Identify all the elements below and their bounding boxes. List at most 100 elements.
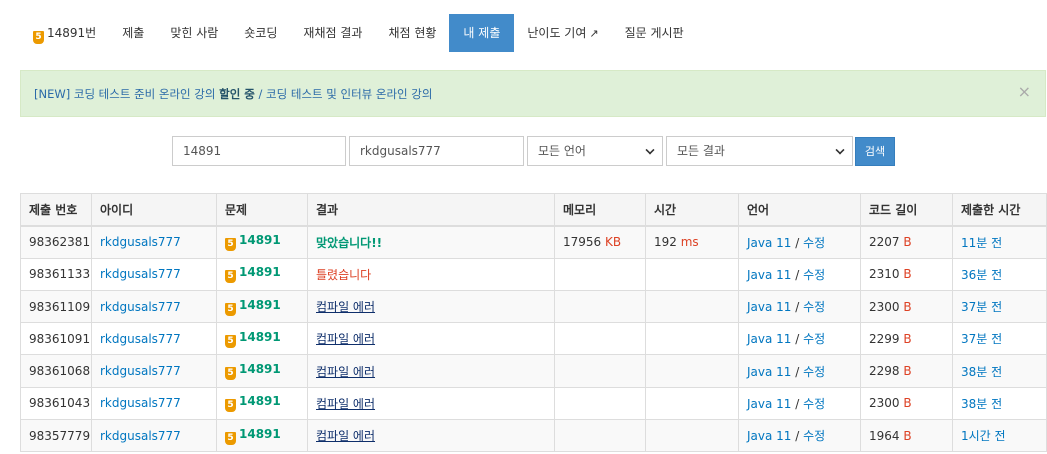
col-result: 결과 <box>307 192 555 227</box>
user-id-link[interactable]: rkdgusals777 <box>100 300 181 314</box>
result-text[interactable]: 컴파일 에러 <box>316 397 375 411</box>
result-text[interactable]: 컴파일 에러 <box>316 429 375 443</box>
language-cell: Java 11 / 수정 <box>738 257 861 291</box>
problem-link[interactable]: 14891 <box>239 427 281 441</box>
edit-link[interactable]: 수정 <box>803 397 825 411</box>
tab-question-board[interactable]: 질문 게시판 <box>612 14 697 52</box>
language-link[interactable]: Java 11 <box>747 397 791 411</box>
submitted-at-link[interactable]: 37분 전 <box>961 300 1002 314</box>
code-length-cell: 2299 B <box>860 322 953 356</box>
separator: / <box>791 300 804 315</box>
tier-badge-icon: 5 <box>225 302 236 316</box>
result-cell: 컴파일 에러 <box>307 419 555 453</box>
code-length-value: 1964 <box>869 428 900 443</box>
memory-cell <box>554 289 646 324</box>
submission-id: 98361043 <box>20 386 92 421</box>
table-row: 98357779 rkdgusals777 5 14891 컴파일 에러 Java 11… <box>20 419 1047 453</box>
result-text[interactable]: 컴파일 에러 <box>316 300 375 314</box>
edit-link[interactable]: 수정 <box>803 300 825 314</box>
tier-badge-icon: 5 <box>33 31 44 44</box>
result-text[interactable]: 컴파일 에러 <box>316 365 375 379</box>
problem-link[interactable]: 14891 <box>239 233 281 247</box>
tab-short-coding[interactable]: 숏코딩 <box>231 14 290 52</box>
edit-link[interactable]: 수정 <box>803 365 825 379</box>
user-id-link[interactable]: rkdgusals777 <box>100 235 181 249</box>
problem-cell: 5 14891 <box>216 386 308 421</box>
alert-message[interactable]: [NEW] 코딩 테스트 준비 온라인 강의 할인 중 / 코딩 테스트 및 인… <box>34 71 432 118</box>
edit-link[interactable]: 수정 <box>803 429 825 443</box>
tab-my-submissions[interactable]: 내 제출 <box>449 14 515 52</box>
tab-submit[interactable]: 제출 <box>109 14 157 52</box>
language-link[interactable]: Java 11 <box>747 300 791 314</box>
code-length-cell: 2298 B <box>860 354 953 388</box>
language-select[interactable]: 모든 언어 <box>527 136 663 166</box>
submitted-at-link[interactable]: 36분 전 <box>961 268 1002 282</box>
result-text: 맞았습니다!! <box>316 235 383 250</box>
col-language: 언어 <box>738 192 861 227</box>
problem-link[interactable]: 14891 <box>239 330 281 344</box>
problem-link[interactable]: 14891 <box>239 362 281 376</box>
edit-link[interactable]: 수정 <box>803 236 825 250</box>
edit-link[interactable]: 수정 <box>803 268 825 282</box>
language-cell: Java 11 / 수정 <box>738 289 861 324</box>
chevron-down-icon <box>645 145 655 155</box>
user-id-link[interactable]: rkdgusals777 <box>100 396 181 410</box>
table-row: 98362381 rkdgusals777 5 14891 맞았습니다!! 17956 K… <box>20 225 1047 259</box>
language-link[interactable]: Java 11 <box>747 268 791 282</box>
submitted-at-link[interactable]: 11분 전 <box>961 236 1002 250</box>
time-cell <box>645 419 739 453</box>
problem-cell: 5 14891 <box>216 257 308 291</box>
user-id-input[interactable]: rkdgusals777 <box>349 136 524 166</box>
memory-cell <box>554 354 646 388</box>
result-cell: 컴파일 에러 <box>307 289 555 324</box>
submitted-at-link[interactable]: 1시간 전 <box>961 429 1006 443</box>
chevron-down-icon <box>835 145 845 155</box>
result-cell: 컴파일 에러 <box>307 386 555 421</box>
user-id-link[interactable]: rkdgusals777 <box>100 267 181 281</box>
close-icon[interactable]: × <box>1018 82 1031 101</box>
submitted-at-link[interactable]: 37분 전 <box>961 332 1002 346</box>
code-length-value: 2299 <box>869 331 900 346</box>
tab-rejudge-results[interactable]: 재채점 결과 <box>290 14 375 52</box>
code-length-cell: 2310 B <box>860 257 953 291</box>
language-link[interactable]: Java 11 <box>747 332 791 346</box>
col-memory: 메모리 <box>554 192 646 227</box>
user-id-cell: rkdgusals777 <box>91 257 217 291</box>
problem-link[interactable]: 14891 <box>239 298 281 312</box>
code-length-value: 2207 <box>869 235 900 250</box>
tab-problem[interactable]: 5 14891번 <box>20 14 109 52</box>
language-link[interactable]: Java 11 <box>747 365 791 379</box>
submission-id: 98361068 <box>20 354 92 388</box>
submitted-at-cell: 1시간 전 <box>952 419 1047 453</box>
submitted-at-link[interactable]: 38분 전 <box>961 365 1002 379</box>
code-length-value: 2300 <box>869 299 900 314</box>
time-value: 192 <box>654 235 677 250</box>
code-length-unit: B <box>903 299 912 314</box>
user-id-link[interactable]: rkdgusals777 <box>100 429 181 443</box>
user-id-link[interactable]: rkdgusals777 <box>100 332 181 346</box>
language-link[interactable]: Java 11 <box>747 236 791 250</box>
result-select[interactable]: 모든 결과 <box>666 136 853 166</box>
user-id-cell: rkdgusals777 <box>91 386 217 421</box>
submitted-at-cell: 36분 전 <box>952 257 1047 291</box>
code-length-unit: B <box>903 364 912 379</box>
problem-link[interactable]: 14891 <box>239 265 281 279</box>
language-cell: Java 11 / 수정 <box>738 419 861 453</box>
tab-correct-users[interactable]: 맞힌 사람 <box>157 14 231 52</box>
separator: / <box>791 364 804 379</box>
result-text[interactable]: 컴파일 에러 <box>316 332 375 346</box>
submitted-at-link[interactable]: 38분 전 <box>961 397 1002 411</box>
problem-link[interactable]: 14891 <box>239 394 281 408</box>
user-id-cell: rkdgusals777 <box>91 225 217 259</box>
edit-link[interactable]: 수정 <box>803 332 825 346</box>
search-button[interactable]: 검색 <box>855 137 895 166</box>
tab-difficulty-contribution[interactable]: 난이도 기여 ↗ <box>514 14 611 52</box>
tier-badge-icon: 5 <box>225 270 236 284</box>
language-link[interactable]: Java 11 <box>747 429 791 443</box>
user-id-link[interactable]: rkdgusals777 <box>100 364 181 378</box>
tab-status[interactable]: 채점 현황 <box>375 14 449 52</box>
table-row: 98361109 rkdgusals777 5 14891 컴파일 에러 Java 11… <box>20 289 1047 324</box>
submitted-at-cell: 38분 전 <box>952 354 1047 388</box>
problem-id-input[interactable]: 14891 <box>172 136 346 166</box>
code-length-unit: B <box>903 235 912 250</box>
